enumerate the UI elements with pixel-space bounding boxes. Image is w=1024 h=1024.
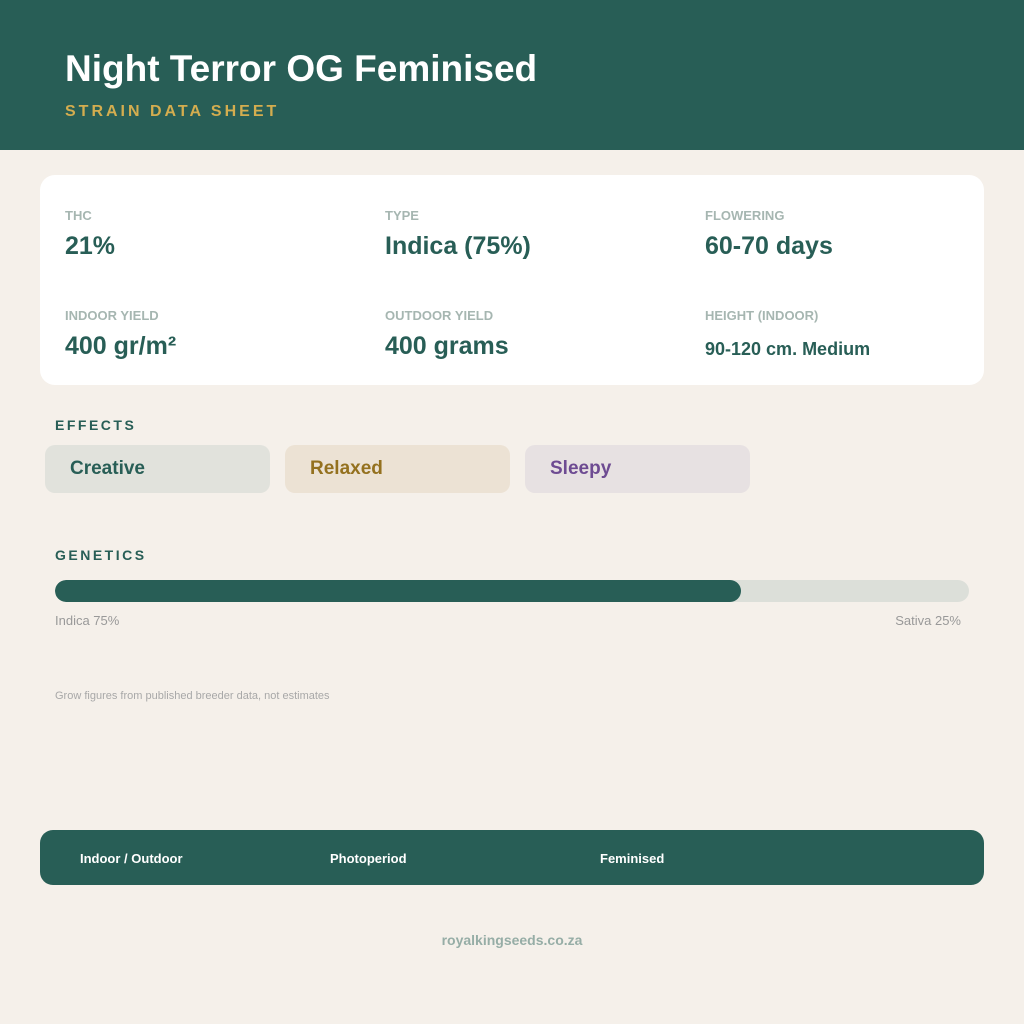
indica-caption: Indica 75% <box>55 613 120 628</box>
footer-item-environment: Indoor / Outdoor <box>80 851 183 866</box>
sativa-caption: Sativa 25% <box>895 613 961 628</box>
footer-bar: Indoor / Outdoor Photoperiod Feminised <box>40 830 984 885</box>
footer-item-feminised: Feminised <box>600 851 665 866</box>
type-label: TYPE <box>385 208 419 223</box>
height-label: HEIGHT (INDOOR) <box>705 308 819 323</box>
outdoor-yield-value: 400 grams <box>385 332 509 360</box>
height-value: 90-120 cm. Medium <box>705 339 871 359</box>
genetics-heading: GENETICS <box>55 547 147 563</box>
outdoor-yield-label: OUTDOOR YIELD <box>385 308 494 323</box>
genetics-bar <box>55 580 969 602</box>
effect-chip-sleepy: Sleepy <box>525 445 750 493</box>
type-value: Indica (75%) <box>385 232 531 260</box>
indoor-yield-value: 400 gr/m² <box>65 332 177 360</box>
footer-item-photoperiod: Photoperiod <box>330 851 407 866</box>
indoor-yield-label: INDOOR YIELD <box>65 308 159 323</box>
thc-value: 21% <box>65 232 116 260</box>
flowering-label: FLOWERING <box>705 208 785 223</box>
site-url: royalkingseeds.co.za <box>441 932 583 948</box>
stats-card: THC 21% TYPE Indica (75%) FLOWERING 60-7… <box>40 175 984 385</box>
page-subtitle: STRAIN DATA SHEET <box>65 103 280 120</box>
thc-label: THC <box>65 208 92 223</box>
genetics-bar-indica-fill <box>55 580 741 602</box>
effect-chip-creative: Creative <box>45 445 270 493</box>
effects-heading: EFFECTS <box>55 417 137 433</box>
data-source-note: Grow figures from published breeder data… <box>55 690 330 702</box>
header-banner: Night Terror OG Feminised STRAIN DATA SH… <box>0 0 1024 150</box>
effect-chip-relaxed: Relaxed <box>285 445 510 493</box>
page-title: Night Terror OG Feminised <box>65 48 538 89</box>
flowering-value: 60-70 days <box>705 232 833 260</box>
